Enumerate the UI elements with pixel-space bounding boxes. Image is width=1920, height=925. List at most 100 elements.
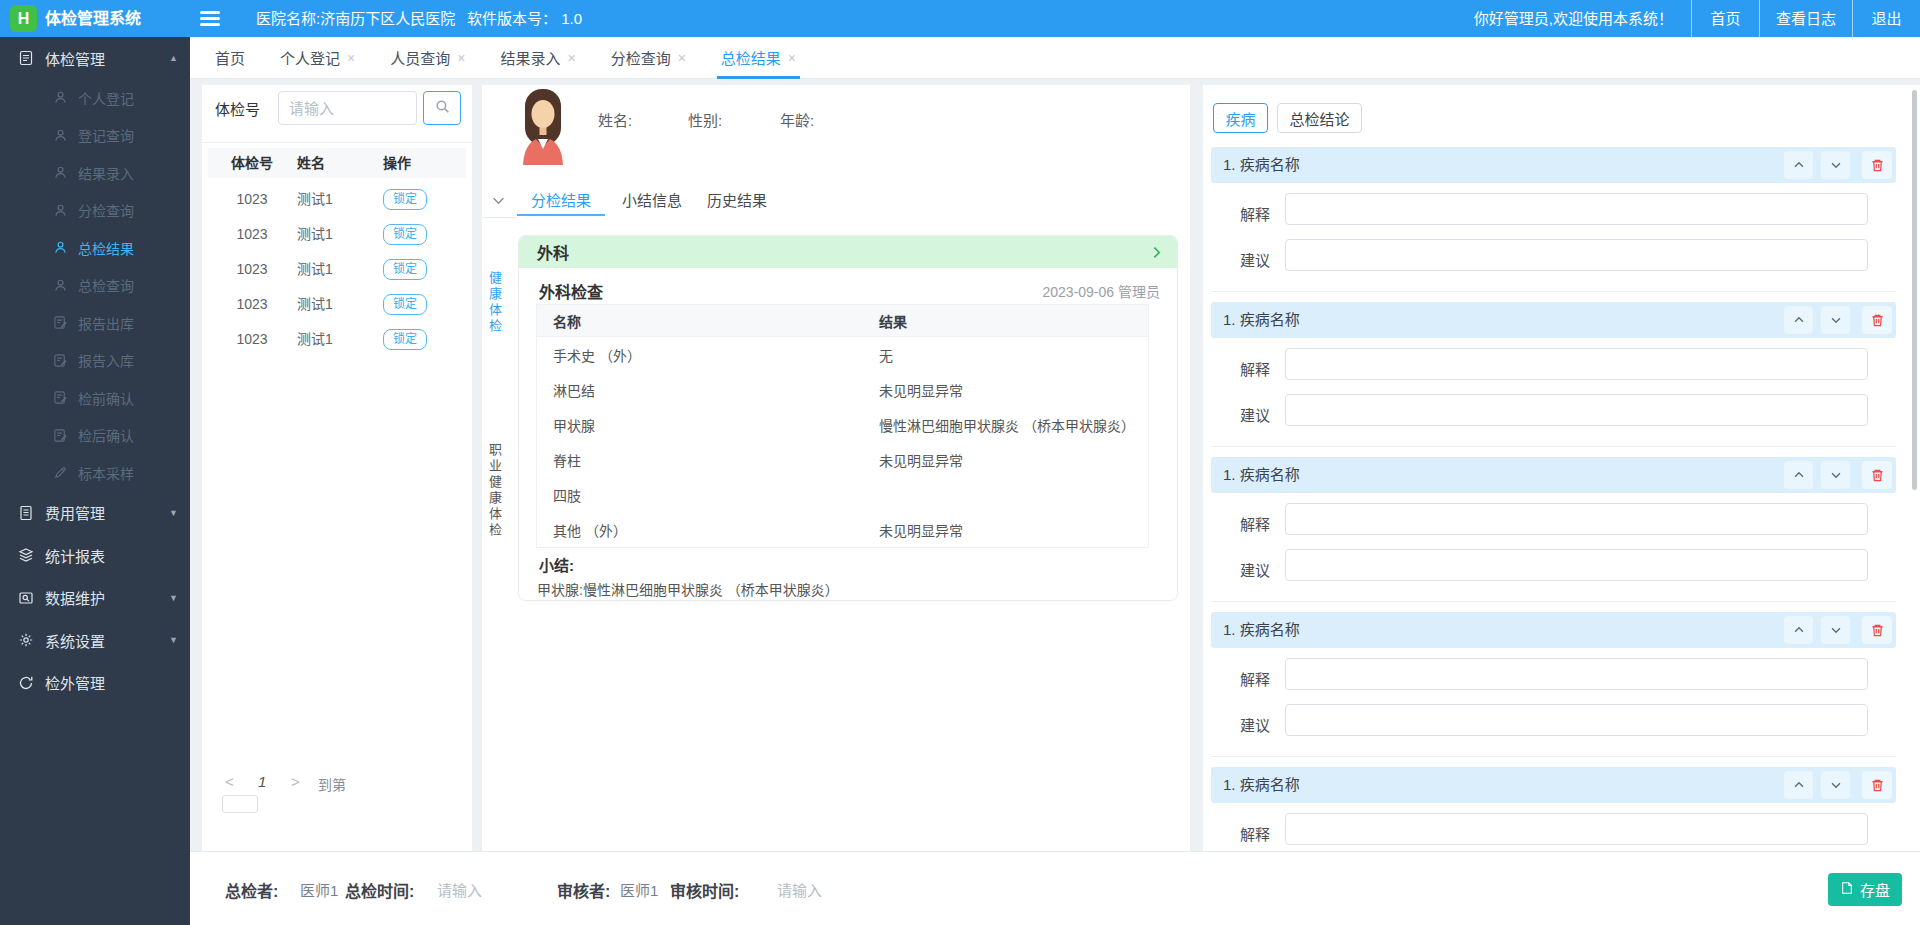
sidebar-item-1[interactable]: 体检管理▲ (0, 37, 190, 79)
move-up-button[interactable] (1784, 306, 1813, 334)
delete-button[interactable] (1862, 151, 1892, 179)
home-button[interactable]: 首页 (1691, 0, 1759, 37)
chevron-down-icon: ▼ (169, 635, 178, 645)
exam-time-input[interactable]: 请输入 (437, 879, 482, 900)
tab-4[interactable]: 结果录入× (500, 37, 575, 78)
move-up-button[interactable] (1784, 461, 1813, 489)
sidebar-item-8[interactable]: 报告出库 (0, 304, 190, 342)
tab-summary-info[interactable]: 小结信息 (622, 189, 682, 210)
disease-tab-button[interactable]: 疾病 (1213, 103, 1268, 133)
close-icon[interactable]: × (457, 50, 465, 66)
sidebar-item-13[interactable]: 费用管理▼ (0, 492, 190, 535)
sidebar-item-2[interactable]: 个人登记 (0, 79, 190, 117)
delete-button[interactable] (1862, 616, 1892, 644)
move-down-button[interactable] (1821, 151, 1850, 179)
sidebar-item-10[interactable]: 检前确认 (0, 379, 190, 417)
logout-button[interactable]: 退出 (1852, 0, 1920, 37)
sidebar-item-6[interactable]: 总检结果 (0, 229, 190, 267)
sidebar-item-15[interactable]: 数据维护▼ (0, 577, 190, 620)
exam-dept-banner[interactable]: 外科 (519, 236, 1177, 268)
explain-input[interactable] (1285, 193, 1868, 225)
tab-6[interactable]: 总检结果× (721, 37, 796, 78)
explain-input[interactable] (1285, 348, 1868, 380)
page-current[interactable]: 1 (258, 773, 266, 790)
search-input[interactable] (278, 91, 417, 125)
save-button[interactable]: 存盘 (1828, 873, 1902, 906)
close-icon[interactable]: × (567, 50, 575, 66)
sidebar-item-4[interactable]: 结果录入 (0, 154, 190, 192)
move-down-button[interactable] (1821, 771, 1850, 799)
delete-button[interactable] (1862, 771, 1892, 799)
tab-history-result[interactable]: 历史结果 (707, 189, 767, 210)
vertical-tab-health-exam[interactable]: 健康体检 (485, 271, 504, 335)
advice-label: 建议 (1240, 555, 1280, 587)
sidebar-item-7[interactable]: 总检查询 (0, 267, 190, 305)
column-action: 操作 (383, 148, 411, 178)
move-up-button[interactable] (1784, 151, 1813, 179)
exam-item-name: 四肢 (537, 485, 879, 505)
collapse-chevron-icon[interactable] (492, 193, 505, 211)
patient-row[interactable]: 1023测试1锁定 (208, 322, 466, 357)
sidebar-item-16[interactable]: 系统设置▼ (0, 619, 190, 662)
sidebar-item-label: 体检管理 (45, 48, 105, 69)
lock-button[interactable]: 锁定 (383, 189, 427, 210)
lock-button[interactable]: 锁定 (383, 329, 427, 350)
sidebar-item-14[interactable]: 统计报表 (0, 534, 190, 577)
move-down-button[interactable] (1821, 306, 1850, 334)
advice-input[interactable] (1285, 549, 1868, 581)
close-icon[interactable]: × (788, 50, 796, 66)
auditor-value[interactable]: 医师1 (620, 879, 658, 900)
sidebar-item-12[interactable]: 标本采样 (0, 454, 190, 492)
exam-result-table: 名称 结果 手术史 （外）无淋巴结未见明显异常甲状腺慢性淋巴细胞甲状腺炎 （桥本… (536, 304, 1149, 548)
sidebar-item-17[interactable]: 检外管理 (0, 662, 190, 705)
search-button[interactable] (423, 91, 461, 125)
scrollbar-thumb[interactable] (1912, 90, 1917, 490)
patient-row[interactable]: 1023测试1锁定 (208, 217, 466, 252)
patient-row[interactable]: 1023测试1锁定 (208, 252, 466, 287)
lock-button[interactable]: 锁定 (383, 224, 427, 245)
lock-button[interactable]: 锁定 (383, 259, 427, 280)
explain-input[interactable] (1285, 503, 1868, 535)
page-next-button[interactable]: > (291, 773, 300, 790)
advice-input[interactable] (1285, 239, 1868, 271)
patient-row[interactable]: 1023测试1锁定 (208, 287, 466, 322)
gender-label: 性别: (688, 109, 722, 130)
vertical-tab-occupational-exam[interactable]: 职业健康体检 (485, 443, 504, 539)
tab-2[interactable]: 个人登记× (280, 37, 355, 78)
patient-name: 测试1 (297, 182, 333, 217)
tab-5[interactable]: 分检查询× (611, 37, 686, 78)
patient-row[interactable]: 1023 测试1 锁定 (208, 182, 466, 217)
sidebar-item-11[interactable]: 检后确认 (0, 417, 190, 455)
search-icon (434, 98, 451, 119)
examiner-value[interactable]: 医师1 (300, 879, 338, 900)
explain-input[interactable] (1285, 658, 1868, 690)
tab-1[interactable]: 首页 (215, 37, 245, 78)
move-down-button[interactable] (1821, 616, 1850, 644)
user-icon (53, 203, 68, 218)
lock-button[interactable]: 锁定 (383, 294, 427, 315)
summary-label: 小结: (539, 554, 574, 575)
view-log-button[interactable]: 查看日志 (1759, 0, 1852, 37)
tab-3[interactable]: 人员查询× (390, 37, 465, 78)
move-down-button[interactable] (1821, 461, 1850, 489)
explain-input[interactable] (1285, 813, 1868, 845)
sidebar-item-9[interactable]: 报告入库 (0, 342, 190, 380)
delete-button[interactable] (1862, 306, 1892, 334)
delete-button[interactable] (1862, 461, 1892, 489)
close-icon[interactable]: × (347, 50, 355, 66)
patient-id: 1023 (222, 182, 282, 217)
page-jump-input[interactable] (222, 795, 258, 813)
move-up-button[interactable] (1784, 771, 1813, 799)
exam-item-name: 淋巴结 (537, 380, 879, 400)
sidebar-item-5[interactable]: 分检查询 (0, 192, 190, 230)
sidebar-item-3[interactable]: 登记查询 (0, 117, 190, 155)
close-icon[interactable]: × (678, 50, 686, 66)
conclusion-tab-button[interactable]: 总检结论 (1277, 103, 1362, 133)
audit-time-input[interactable]: 请输入 (777, 879, 822, 900)
menu-toggle-icon[interactable] (200, 11, 220, 26)
tab-subexam-result[interactable]: 分检结果 (531, 189, 591, 210)
advice-input[interactable] (1285, 394, 1868, 426)
advice-input[interactable] (1285, 704, 1868, 736)
move-up-button[interactable] (1784, 616, 1813, 644)
page-prev-button[interactable]: < (225, 773, 234, 790)
